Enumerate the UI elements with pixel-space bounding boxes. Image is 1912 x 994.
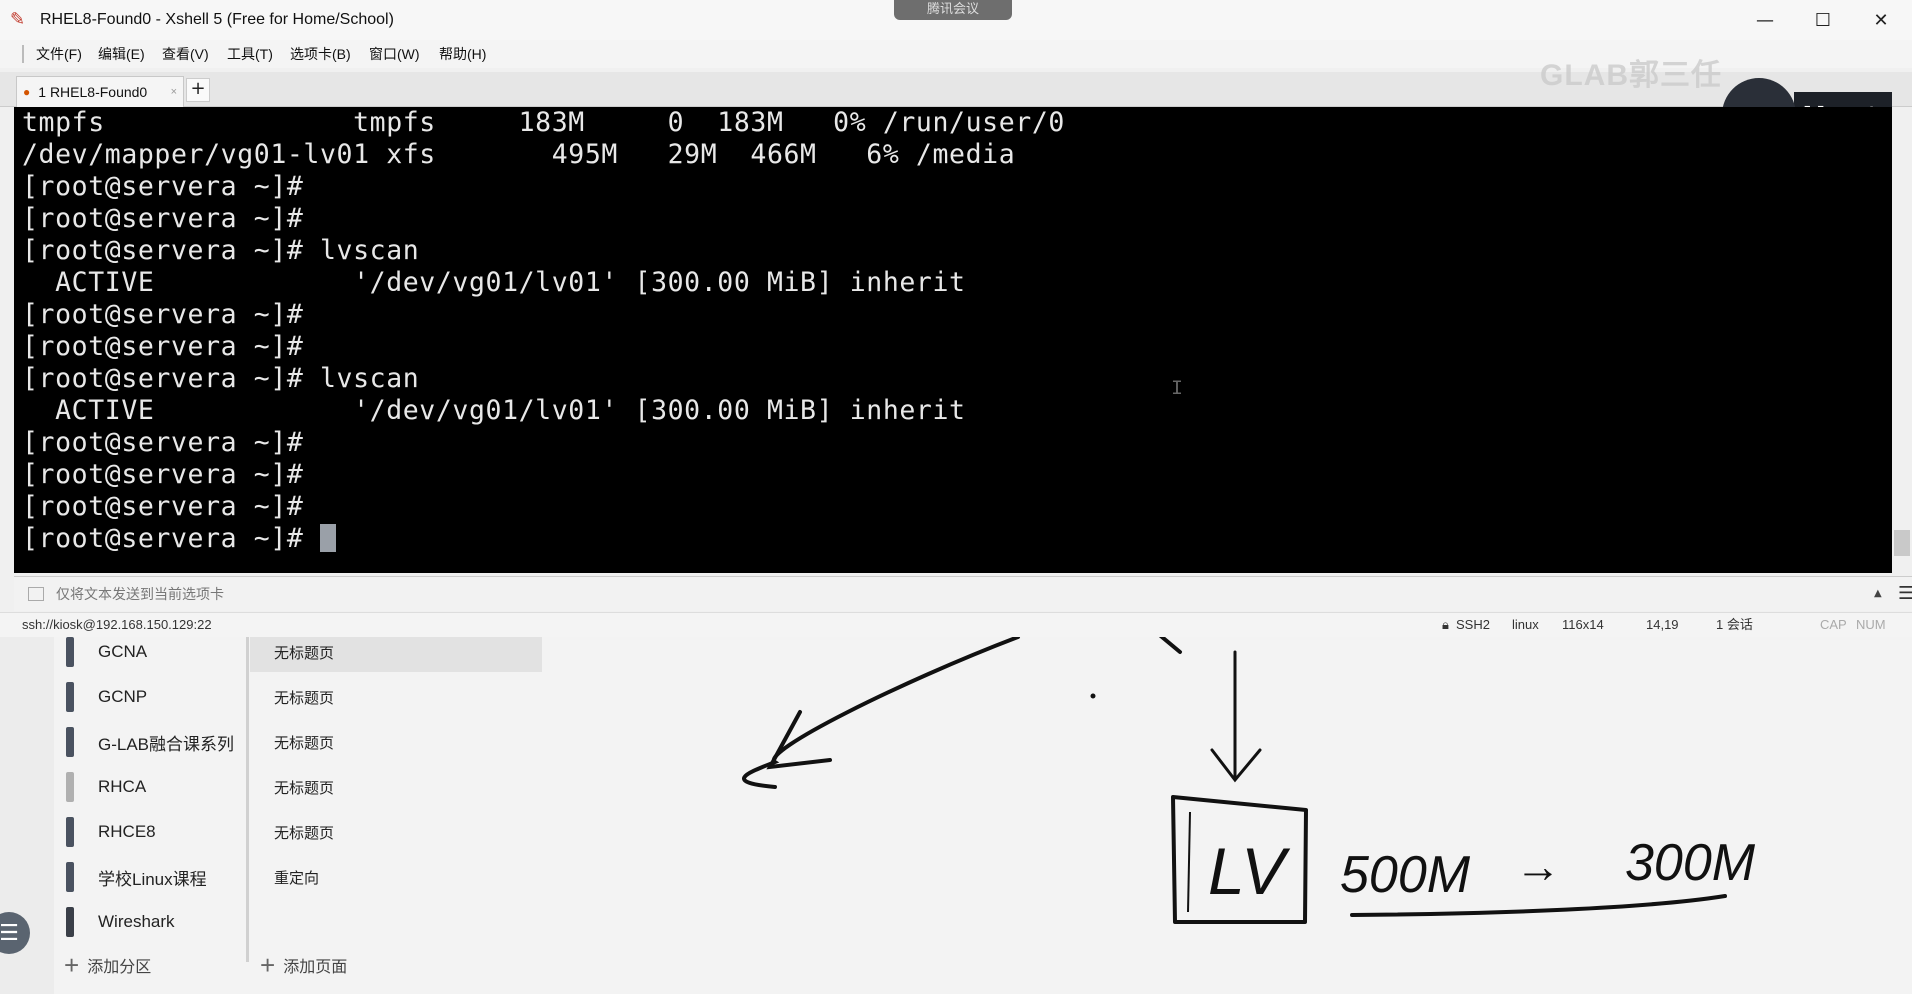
section-color-tab	[66, 862, 74, 892]
section-color-tab	[66, 727, 74, 757]
maximize-button[interactable]: ☐	[1794, 0, 1852, 40]
watermark-logo: GLAB郭三任	[1540, 59, 1722, 92]
status-num: NUM	[1856, 617, 1886, 632]
section-label: GCNA	[98, 642, 148, 661]
section-list: GCNA GCNP G-LAB融合课系列 RHCA RHCE8 学校Linux课…	[60, 632, 249, 962]
menu-file[interactable]: 文件(F)	[36, 40, 82, 68]
section-item-rhca[interactable]: RHCA	[60, 767, 246, 807]
section-color-tab	[66, 817, 74, 847]
section-label: RHCA	[98, 777, 147, 796]
menu-help[interactable]: 帮助(H)	[439, 40, 486, 68]
status-cap: CAP	[1820, 617, 1847, 632]
xshell-app-icon: ✎	[10, 9, 26, 30]
status-term: linux	[1512, 617, 1539, 632]
terminal-line: /dev/mapper/vg01-lv01 xfs 495M 29M 466M …	[22, 139, 1016, 170]
terminal-line: ACTIVE '/dev/vg01/lv01' [300.00 MiB] inh…	[22, 395, 966, 426]
terminal-scrollbar[interactable]	[1892, 107, 1912, 573]
section-item-wireshark[interactable]: Wireshark	[60, 902, 246, 942]
terminal-line: [root@servera ~]#	[22, 171, 304, 202]
section-item-gcna[interactable]: GCNA	[60, 632, 246, 672]
compose-input[interactable]: 仅将文本发送到当前选项卡	[56, 584, 224, 604]
compose-dropdown-icon[interactable]: ▲	[1874, 577, 1882, 611]
add-section-label: 添加分区	[87, 959, 152, 976]
terminal-prompt: [root@servera ~]#	[22, 523, 320, 554]
status-size: 116x14	[1562, 617, 1604, 632]
terminal-line: [root@servera ~]#	[22, 203, 304, 234]
session-status-icon: ●	[23, 85, 31, 99]
terminal-line: [root@servera ~]# lvscan	[22, 235, 420, 266]
terminal-line: tmpfs tmpfs 183M 0 183M 0% /run/user/0	[22, 107, 1065, 138]
section-label: GCNP	[98, 687, 148, 706]
session-tab-label: RHEL8-Found0	[49, 84, 148, 100]
page-list: 无标题页 无标题页 无标题页 无标题页 无标题页 重定向	[250, 632, 542, 962]
menu-window[interactable]: 窗口(W)	[369, 40, 420, 68]
close-window-button[interactable]: ✕	[1852, 0, 1910, 40]
menu-edit[interactable]: 编辑(E)	[98, 40, 145, 68]
lock-icon: 🔒︎	[1442, 617, 1449, 632]
section-color-tab	[66, 772, 74, 802]
page-item[interactable]: 无标题页	[250, 632, 542, 672]
session-tab-number: 1	[38, 84, 47, 100]
status-bar: ssh://kiosk@192.168.150.129:22 🔒︎ SSH2 l…	[0, 612, 1912, 637]
title-bar[interactable]: ✎ RHEL8-Found0 - Xshell 5 (Free for Home…	[0, 0, 1912, 40]
ink-box-inner-line	[1187, 811, 1191, 913]
terminal-line: [root@servera ~]#	[22, 299, 304, 330]
status-protocol: SSH2	[1456, 617, 1490, 632]
session-tab[interactable]: ● 1 RHEL8-Found0 ×	[16, 76, 184, 107]
page-item[interactable]: 重定向	[250, 857, 542, 897]
close-tab-icon[interactable]: ×	[171, 86, 177, 98]
status-sessions: 1 会话	[1716, 617, 1753, 632]
terminal-line: [root@servera ~]#	[22, 331, 304, 362]
ink-dot	[1090, 693, 1096, 699]
status-connection: ssh://kiosk@192.168.150.129:22	[22, 617, 212, 632]
menubar-grip	[22, 45, 24, 63]
ink-to-size: 300M	[1625, 834, 1756, 892]
terminal-area[interactable]: tmpfs tmpfs 183M 0 183M 0% /run/user/0 /…	[14, 107, 1892, 573]
section-label: 学校Linux课程	[98, 869, 207, 889]
terminal-line: [root@servera ~]#	[22, 459, 304, 490]
terminal-cursor	[319, 523, 336, 552]
compose-icon	[28, 587, 44, 601]
meeting-overlay-tab[interactable]: 腾讯会议	[894, 0, 1012, 20]
section-item-glab[interactable]: G-LAB融合课系列	[60, 722, 246, 762]
menu-tools[interactable]: 工具(T)	[227, 40, 273, 68]
menu-view[interactable]: 查看(V)	[162, 40, 209, 68]
plus-icon: +	[260, 950, 276, 980]
terminal-line: ACTIVE '/dev/vg01/lv01' [300.00 MiB] inh…	[22, 267, 966, 298]
page-item[interactable]: 无标题页	[250, 767, 542, 807]
section-label: Wireshark	[98, 912, 175, 931]
page-item[interactable]: 无标题页	[250, 722, 542, 762]
minimize-button[interactable]: —	[1736, 0, 1794, 40]
section-item-rhce8[interactable]: RHCE8	[60, 812, 246, 852]
terminal-line: [root@servera ~]#	[22, 491, 304, 522]
section-color-tab	[66, 907, 74, 937]
status-position: 14,19	[1646, 617, 1679, 632]
terminal-line: [root@servera ~]#	[22, 427, 304, 458]
section-label: G-LAB融合课系列	[98, 734, 235, 754]
menu-tabs[interactable]: 选项卡(B)	[290, 40, 351, 68]
compose-menu-icon[interactable]: ☰	[1898, 583, 1912, 604]
ink-arrow-right: →	[1515, 840, 1561, 892]
ink-lv-label: LV	[1208, 834, 1291, 908]
add-page-button[interactable]: + 添加页面	[260, 952, 347, 978]
plus-icon: +	[64, 950, 80, 980]
page-item[interactable]: 无标题页	[250, 812, 542, 852]
scrollbar-thumb[interactable]	[1894, 530, 1910, 556]
window-title: RHEL8-Found0 - Xshell 5 (Free for Home/S…	[40, 11, 394, 28]
add-section-button[interactable]: + 添加分区	[64, 952, 151, 978]
terminal-prompt-line: [root@servera ~]#	[22, 523, 336, 555]
terminal-line: [root@servera ~]# lvscan	[22, 363, 420, 394]
section-color-tab	[66, 637, 74, 667]
add-page-label: 添加页面	[283, 959, 348, 976]
page-item[interactable]: 无标题页	[250, 677, 542, 717]
section-item-school-linux[interactable]: 学校Linux课程	[60, 857, 246, 897]
mouse-ibeam-cursor: I	[1171, 378, 1184, 401]
ink-drawing-canvas: LV 500M → 300M	[742, 632, 1756, 924]
section-color-tab	[66, 682, 74, 712]
ink-from-size: 500M	[1340, 846, 1471, 904]
section-label: RHCE8	[98, 822, 156, 841]
compose-bar[interactable]: 仅将文本发送到当前选项卡 ▲ ☰	[14, 576, 1912, 611]
section-item-gcnp[interactable]: GCNP	[60, 677, 246, 717]
new-tab-button[interactable]: +	[186, 78, 210, 102]
